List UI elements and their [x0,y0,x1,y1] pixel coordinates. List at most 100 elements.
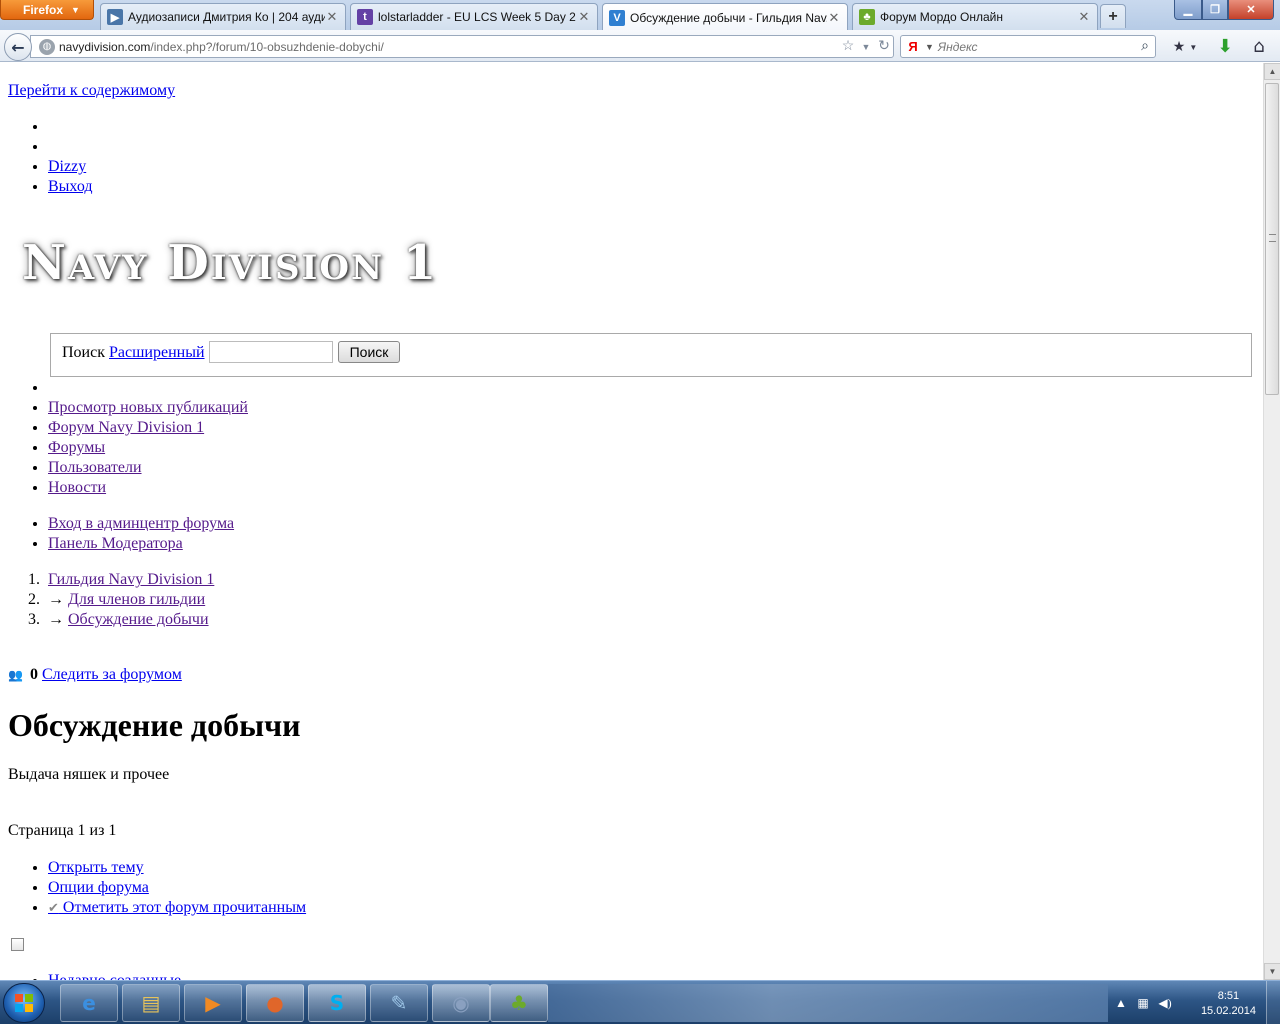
url-path: /index.php?/forum/10-obsuzhdenie-dobychi… [150,39,384,54]
firefox-icon: ● [266,991,284,1015]
close-icon[interactable]: ✕ [325,9,339,25]
breadcrumb-link[interactable]: Для членов гильдии [68,591,205,608]
minimize-button[interactable]: ▁ [1174,0,1202,20]
breadcrumb-link[interactable]: Гильдия Navy Division 1 [48,571,214,588]
yandex-icon[interactable]: Я [905,39,921,55]
url-text[interactable]: navydivision.com/index.php?/forum/10-obs… [59,40,839,54]
close-icon[interactable]: ✕ [827,10,841,26]
close-icon[interactable]: ✕ [1077,9,1091,25]
forum-actions: Открыть тему Опции форума ✔ Отметить это… [48,858,306,918]
taskbar-firefox[interactable]: ● [246,984,304,1022]
tab-bar: Firefox ▼ ▶ Аудиозаписи Дмитрия Ко | 204… [0,0,1280,31]
bookmarks-icon: ★ [1172,39,1186,55]
search-input[interactable] [209,341,333,363]
admin-cp-link[interactable]: Вход в админцентр форума [48,515,234,532]
search-bar[interactable]: Я ▼ Яндекс ⌕ [900,35,1156,58]
download-icon[interactable]: ⬇ [1214,36,1236,58]
tray-expand-icon[interactable]: ▲ [1110,996,1132,1011]
nav-item: Пользователи [48,458,248,478]
taskbar-skype[interactable]: S [308,984,366,1022]
follow-forum-link[interactable]: Следить за форумом [42,666,182,684]
forum-options-link[interactable]: Опции форума [48,879,149,896]
taskbar-desktop-preview [548,984,1108,1022]
user-menu-item: Dizzy [48,157,93,177]
nav-link-forum-home[interactable]: Форум Navy Division 1 [48,419,204,436]
taskbar-media-player[interactable]: ▶ [184,984,242,1022]
nav-link-members[interactable]: Пользователи [48,459,142,476]
system-clock[interactable]: 8:51 15.02.2014 [1201,989,1256,1019]
nav-link-new-content[interactable]: Просмотр новых публикаций [48,399,248,416]
mark-read-label: Отметить этот форум прочитанным [58,899,307,916]
scroll-thumb[interactable] [1265,83,1279,395]
user-profile-link[interactable]: Dizzy [48,158,86,175]
taskbar-ie[interactable]: e [60,984,118,1022]
star-icon[interactable]: ☆ [839,38,857,55]
pagination-info: Страница 1 из 1 [8,822,117,839]
tab-mordo[interactable]: ♣ Форум Мордо Онлайн ✕ [852,3,1098,30]
reload-icon[interactable]: ↻ [875,38,893,55]
tab-title: lolstarladder - EU LCS Week 5 Day 2 G... [378,10,577,24]
chevron-down-icon[interactable]: ▼ [857,42,875,52]
moderator-cp-link[interactable]: Панель Модератора [48,535,183,552]
mordo-icon: ♣ [510,991,528,1015]
start-topic-link[interactable]: Открыть тему [48,859,144,876]
nav-link-forums[interactable]: Форумы [48,439,105,456]
sort-recent-link[interactable]: Недавно созданные [48,972,181,980]
close-icon[interactable]: ✕ [577,9,591,25]
taskbar-explorer[interactable]: ▤ [122,984,180,1022]
firefox-menu-button[interactable]: Firefox ▼ [0,0,94,20]
nav-item [48,378,248,398]
maximize-button[interactable]: ❐ [1202,0,1228,20]
nav-link-news[interactable]: Новости [48,479,106,496]
logout-link[interactable]: Выход [48,178,93,195]
tab-twitch[interactable]: t lolstarladder - EU LCS Week 5 Day 2 G.… [350,3,598,30]
vk-icon: ▶ [107,9,123,25]
checkmark-icon: ✔ [48,900,59,915]
scroll-down-arrow-icon[interactable]: ▼ [1264,963,1280,980]
magnifier-icon[interactable]: ⌕ [1135,39,1155,55]
chevron-down-icon: ▼ [1189,42,1198,52]
taskbar-mordo[interactable]: ♣ [490,984,548,1022]
taskbar-teamspeak[interactable]: ◉ [432,984,490,1022]
show-desktop-button[interactable] [1266,981,1280,1025]
action-item: Опции форума [48,878,306,898]
chevron-down-icon: ▼ [71,4,80,15]
network-icon[interactable]: ▦ [1132,996,1154,1011]
forum-description: Выдача няшек и прочее [8,766,170,783]
home-icon[interactable]: ⌂ [1248,36,1270,58]
advanced-search-link[interactable]: Расширенный [109,344,205,362]
mark-read-link[interactable]: ✔ Отметить этот форум прочитанным [48,899,306,916]
scroll-up-arrow-icon[interactable]: ▲ [1264,63,1280,80]
grip-icon [1269,234,1276,242]
admin-navigation: Вход в админцентр форума Панель Модерато… [48,514,234,554]
start-button[interactable] [3,983,45,1023]
breadcrumb-item: 1. Гильдия Navy Division 1 [28,570,214,590]
breadcrumb-number: 3. [28,611,40,628]
new-tab-button[interactable]: + [1100,4,1126,28]
action-item: ✔ Отметить этот форум прочитанным [48,898,306,918]
url-domain: navydivision.com [59,39,151,54]
user-menu: Dizzy Выход [48,117,93,197]
tab-vk[interactable]: ▶ Аудиозаписи Дмитрия Ко | 204 ауди... ✕ [100,3,346,30]
close-window-button[interactable]: ✕ [1228,0,1274,20]
search-button[interactable]: Поиск [338,341,400,363]
site-logo[interactable]: Navy Division 1 [22,235,438,291]
chevron-down-icon[interactable]: ▼ [925,42,934,52]
taskbar-notepad[interactable]: ✎ [370,984,428,1022]
breadcrumb-number: 2. [28,591,40,608]
search-placeholder[interactable]: Яндекс [938,40,1135,54]
select-all-checkbox[interactable] [11,938,24,951]
vertical-scrollbar[interactable]: ▲ ▼ [1263,63,1280,980]
volume-icon[interactable]: ◀) [1154,996,1176,1011]
search-form: Поиск Расширенный Поиск [50,333,1252,377]
navigation-toolbar: ◍ navydivision.com/index.php?/forum/10-o… [0,30,1280,62]
url-bar[interactable]: ◍ navydivision.com/index.php?/forum/10-o… [30,35,894,58]
tab-forum-active[interactable]: V Обсуждение добычи - Гильдия Nav... ✕ [602,3,848,31]
breadcrumb-link[interactable]: Обсуждение добычи [68,611,209,628]
tab-title: Аудиозаписи Дмитрия Ко | 204 ауди... [128,10,325,24]
skip-to-content-link[interactable]: Перейти к содержимому [8,82,175,100]
bookmarks-button[interactable]: ★ ▼ [1168,37,1202,57]
sort-item: Недавно созданные [48,971,181,980]
page-title: Обсуждение добычи [8,707,301,743]
back-button[interactable]: ← [4,33,32,61]
